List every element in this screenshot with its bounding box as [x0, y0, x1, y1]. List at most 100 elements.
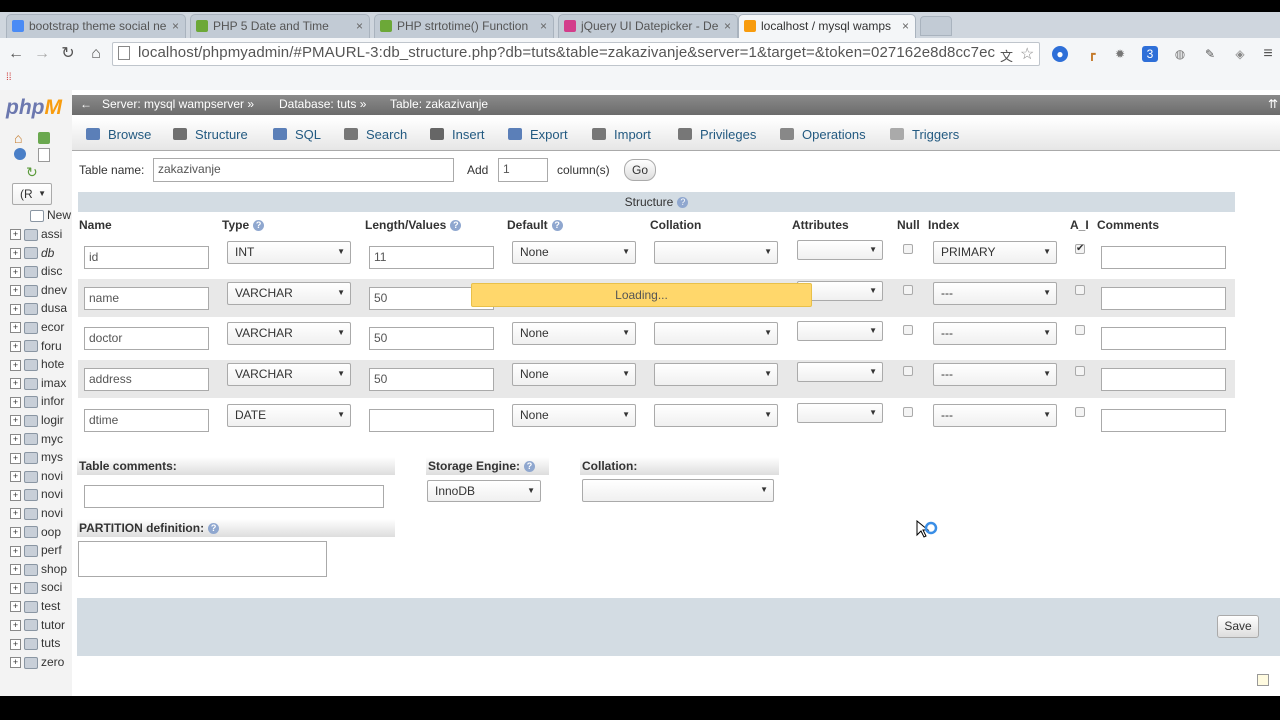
- sidebar-database-item[interactable]: + myc: [10, 432, 63, 450]
- expand-icon[interactable]: +: [10, 545, 21, 557]
- expand-icon[interactable]: +: [10, 433, 21, 445]
- close-icon[interactable]: ×: [172, 15, 179, 37]
- tab-insert[interactable]: Insert: [430, 127, 485, 142]
- tab-import[interactable]: Import: [592, 127, 651, 142]
- column-type-select[interactable]: VARCHAR ▼: [227, 281, 351, 305]
- expand-icon[interactable]: +: [10, 415, 21, 427]
- help-icon[interactable]: ?: [677, 197, 689, 209]
- table-collation-select[interactable]: ▼: [582, 479, 774, 502]
- sidebar-database-item[interactable]: + mys: [10, 450, 63, 468]
- translate-icon[interactable]: 文: [1000, 46, 1016, 64]
- help-icon[interactable]: [14, 148, 26, 160]
- save-button[interactable]: Save: [1217, 615, 1259, 638]
- expand-icon[interactable]: +: [10, 303, 21, 315]
- extension-icon[interactable]: ◍: [1172, 46, 1188, 62]
- column-name-input[interactable]: doctor: [84, 327, 209, 351]
- help-icon[interactable]: ?: [551, 220, 563, 232]
- add-columns-input[interactable]: 1: [498, 158, 548, 182]
- extension-icon[interactable]: ●: [1052, 46, 1068, 62]
- sidebar-database-item[interactable]: + dnev: [10, 283, 67, 301]
- null-checkbox[interactable]: [903, 406, 913, 417]
- null-checkbox[interactable]: [903, 244, 913, 254]
- expand-icon[interactable]: +: [10, 359, 21, 371]
- menu-icon[interactable]: ≡: [1260, 46, 1276, 62]
- go-button[interactable]: Go: [624, 159, 656, 181]
- null-checkbox[interactable]: [903, 325, 913, 336]
- new-database-link[interactable]: New: [30, 208, 71, 226]
- expand-icon[interactable]: +: [10, 638, 21, 650]
- index-select[interactable]: --- ▼: [933, 363, 1057, 387]
- breadcrumb-database[interactable]: Database: tuts »: [279, 97, 366, 111]
- help-icon[interactable]: ?: [524, 461, 536, 473]
- column-name-input[interactable]: address: [84, 368, 209, 392]
- sidebar-database-item[interactable]: + imax: [10, 376, 66, 394]
- sidebar-database-item[interactable]: + logir: [10, 413, 64, 431]
- expand-icon[interactable]: +: [10, 452, 21, 464]
- expand-icon[interactable]: +: [10, 340, 21, 352]
- length-values-input[interactable]: 11: [369, 246, 494, 269]
- home-icon[interactable]: ⌂: [14, 130, 28, 146]
- sidebar-database-item[interactable]: + hote: [10, 357, 64, 375]
- auto-increment-checkbox[interactable]: [1075, 406, 1085, 417]
- back-icon[interactable]: ←: [6, 44, 26, 64]
- sidebar-database-item[interactable]: + tutor: [10, 618, 65, 636]
- expand-icon[interactable]: +: [10, 229, 21, 241]
- settings-extension-icon[interactable]: ✹: [1112, 46, 1128, 62]
- tab-triggers[interactable]: Triggers: [890, 127, 959, 142]
- attributes-select[interactable]: ▼: [797, 362, 883, 383]
- null-checkbox[interactable]: [903, 284, 913, 295]
- auto-increment-checkbox[interactable]: [1075, 325, 1085, 336]
- expand-icon[interactable]: +: [10, 601, 21, 613]
- sidebar-database-item[interactable]: + zero: [10, 655, 64, 673]
- length-values-input[interactable]: 50: [369, 368, 494, 392]
- attributes-select[interactable]: ▼: [797, 402, 883, 423]
- length-values-input[interactable]: [369, 408, 494, 432]
- partition-textarea[interactable]: [78, 541, 327, 577]
- tab-export[interactable]: Export: [508, 127, 568, 142]
- comments-input[interactable]: [1101, 286, 1226, 310]
- comments-input[interactable]: [1101, 327, 1226, 351]
- close-icon[interactable]: ×: [356, 15, 363, 37]
- auto-increment-checkbox[interactable]: [1075, 284, 1085, 295]
- expand-icon[interactable]: +: [10, 378, 21, 390]
- breadcrumb-table[interactable]: Table: zakazivanje: [390, 97, 488, 111]
- tab-privileges[interactable]: Privileges: [678, 127, 756, 142]
- sidebar-database-item[interactable]: + novi: [10, 487, 63, 505]
- sidebar-database-item[interactable]: + test: [10, 599, 60, 617]
- auto-increment-checkbox[interactable]: ✔: [1075, 244, 1085, 254]
- sidebar-database-item[interactable]: + foru: [10, 339, 62, 357]
- sidebar-database-item[interactable]: + dusa: [10, 301, 67, 319]
- collation-select[interactable]: ▼: [654, 322, 778, 346]
- column-type-select[interactable]: VARCHAR ▼: [227, 322, 351, 346]
- reload-nav-icon[interactable]: ↻: [26, 164, 38, 181]
- storage-engine-select[interactable]: InnoDB ▼: [427, 480, 541, 502]
- sidebar-database-item[interactable]: + novi: [10, 469, 63, 487]
- length-values-input[interactable]: 50: [369, 327, 494, 351]
- default-select[interactable]: None ▼: [512, 241, 636, 264]
- index-select[interactable]: --- ▼: [933, 403, 1057, 427]
- close-icon[interactable]: ×: [902, 15, 909, 37]
- attributes-select[interactable]: ▼: [797, 240, 883, 260]
- sidebar-database-item[interactable]: + db: [10, 246, 54, 264]
- column-name-input[interactable]: name: [84, 286, 209, 310]
- comments-input[interactable]: [1101, 368, 1226, 392]
- column-type-select[interactable]: DATE ▼: [227, 403, 351, 427]
- sidebar-database-item[interactable]: + perf: [10, 543, 62, 561]
- extension-icon[interactable]: ┏: [1084, 46, 1100, 62]
- forward-icon[interactable]: →: [32, 44, 52, 64]
- sidebar-database-item[interactable]: + ecor: [10, 320, 64, 338]
- expand-icon[interactable]: +: [10, 396, 21, 408]
- console-icon[interactable]: [1257, 674, 1269, 686]
- default-select[interactable]: None ▼: [512, 322, 636, 346]
- collation-select[interactable]: ▼: [654, 241, 778, 264]
- sidebar-database-item[interactable]: + disc: [10, 264, 62, 282]
- collapse-icon[interactable]: ←: [80, 97, 92, 111]
- extension-icon[interactable]: ◈: [1232, 46, 1248, 62]
- auto-increment-checkbox[interactable]: [1075, 366, 1085, 377]
- sidebar-database-item[interactable]: + soci: [10, 580, 62, 598]
- default-select[interactable]: None ▼: [512, 403, 636, 427]
- new-tab-button[interactable]: [920, 16, 952, 36]
- scroll-up-icon[interactable]: ⇈: [1268, 97, 1278, 111]
- expand-icon[interactable]: +: [10, 489, 21, 501]
- expand-icon[interactable]: +: [10, 247, 21, 259]
